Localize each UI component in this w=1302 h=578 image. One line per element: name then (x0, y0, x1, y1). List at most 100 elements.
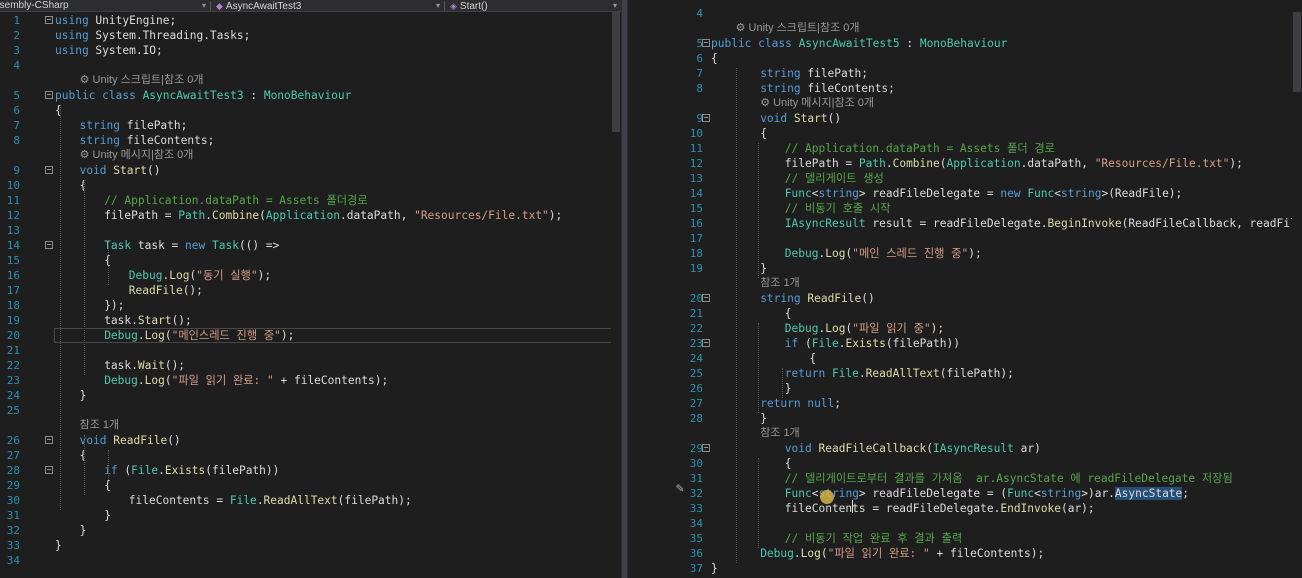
code-line[interactable]: 18}); (0, 298, 621, 313)
code-line[interactable]: 37} (628, 561, 1302, 576)
code-line[interactable]: 30 fileContents = File.ReadAllText(filePa… (0, 493, 621, 508)
collapse-toggle-icon[interactable]: − (702, 294, 710, 302)
code-line[interactable]: 15{ (0, 253, 621, 268)
code-line[interactable]: 12 filePath = Path.Combine(Application.da… (628, 156, 1302, 171)
collapse-toggle-icon[interactable]: − (702, 444, 710, 452)
code-line[interactable]: 33 fileContents = readFileDelegate.EndInv… (628, 501, 1302, 516)
code-line[interactable]: 16 Debug.Log("동기 실행"); (0, 268, 621, 283)
quick-action-icon[interactable]: ✎ (676, 481, 684, 496)
codelens-label[interactable]: Unity 스크립트|참조 0개 (93, 74, 204, 86)
codelens-row[interactable]: ⚙ Unity 메시지|참조 0개 (628, 96, 1302, 111)
collapse-toggle-icon[interactable]: − (45, 436, 53, 444)
codelens-label[interactable]: Unity 메시지|참조 0개 (93, 149, 194, 161)
code-line[interactable]: 35 // 비동기 작업 완료 후 결과 출력 (628, 531, 1302, 546)
codelens-label[interactable]: Unity 스크립트|참조 0개 (749, 22, 860, 34)
scrollbar-thumb[interactable] (1293, 12, 1301, 92)
code-line[interactable]: 17 ReadFile(); (0, 283, 621, 298)
left-class-dropdown[interactable]: ◆ AsyncAwaitTest3 ▾ (216, 0, 444, 11)
code-line[interactable]: 17 (628, 231, 1302, 246)
code-line[interactable]: 29 { (0, 478, 621, 493)
code-line[interactable]: 27 { (0, 448, 621, 463)
code-line[interactable]: 9− void Start() (0, 163, 621, 178)
code-line[interactable]: 4 (0, 58, 621, 73)
code-line[interactable]: 21 (0, 343, 621, 358)
codelens-row[interactable]: 참조 1개 (628, 426, 1302, 441)
code-line[interactable]: 16 IAsyncResult result = readFileDelegate… (628, 216, 1302, 231)
collapse-toggle-icon[interactable]: − (45, 91, 53, 99)
code-line[interactable]: 32 Func<string> readFileDelegate = (Func<… (628, 486, 1302, 501)
code-line[interactable]: 18 Debug.Log("메인 스레드 진행 중"); (628, 246, 1302, 261)
left-member-dropdown[interactable]: ◈ Start() ▾ (450, 0, 621, 11)
collapse-toggle-icon[interactable]: − (45, 166, 53, 174)
code-line[interactable]: 9− void Start() (628, 111, 1302, 126)
code-line[interactable]: 12 filePath = Path.Combine(Application.da… (0, 208, 621, 223)
collapse-toggle-icon[interactable]: − (45, 466, 53, 474)
codelens-label[interactable]: 참조 1개 (760, 427, 800, 439)
code-line[interactable]: 25 (0, 403, 621, 418)
codelens-label[interactable]: 참조 1개 (760, 277, 800, 289)
code-line[interactable]: 10 { (0, 178, 621, 193)
codelens-row[interactable]: ⚙ Unity 스크립트|참조 0개 (628, 21, 1302, 36)
code-line[interactable]: 15 // 비동기 호출 시작 (628, 201, 1302, 216)
code-line[interactable]: 5 − public class AsyncAwaitTest3 : MonoBeh… (0, 88, 621, 103)
code-line[interactable]: 26} (628, 381, 1302, 396)
code-line[interactable]: 32} (0, 523, 621, 538)
code-line[interactable]: 5− public class AsyncAwaitTest5 : MonoBeh… (628, 36, 1302, 51)
code-line[interactable]: 7 string filePath; (0, 118, 621, 133)
code-line[interactable]: 13 (0, 223, 621, 238)
code-line[interactable]: 28} (628, 411, 1302, 426)
code-line[interactable]: 34 (628, 516, 1302, 531)
right-vertical-scrollbar[interactable] (1292, 12, 1302, 578)
code-line[interactable]: 22 Debug.Log("파일 읽기 중"); (628, 321, 1302, 336)
code-line[interactable]: 22 task.Wait(); (0, 358, 621, 373)
left-project-dropdown[interactable]: Assembly-CSharp ▾ (0, 0, 210, 11)
code-line[interactable]: 8 string fileContents; (628, 81, 1302, 96)
code-line[interactable]: 23 Debug.Log("파일 읽기 완료: " + fileContents)… (0, 373, 621, 388)
code-line[interactable]: 4 (628, 6, 1302, 21)
codelens-row[interactable]: ⚙ Unity 스크립트|참조 0개 (0, 73, 621, 88)
code-line[interactable]: 28 − if (File.Exists(filePath)) (0, 463, 621, 478)
code-line[interactable]: 14 − Task task = new Task(() => (0, 238, 621, 253)
code-line[interactable]: 21 { (628, 306, 1302, 321)
code-line[interactable]: 11 // Application.dataPath = Assets 폴더경로 (0, 193, 621, 208)
codelens-row[interactable]: ⚙ Unity 메시지|참조 0개 (0, 148, 621, 163)
code-line[interactable]: 19 task.Start(); (0, 313, 621, 328)
collapse-toggle-icon[interactable]: − (702, 339, 710, 347)
code-line[interactable]: 11 // Application.dataPath = Assets 폴더 경로 (628, 141, 1302, 156)
editor-splitter[interactable] (621, 0, 628, 578)
codelens-row[interactable]: 참조 1개 (628, 276, 1302, 291)
code-line[interactable]: 10 { (628, 126, 1302, 141)
collapse-toggle-icon[interactable]: − (45, 241, 53, 249)
collapse-toggle-icon[interactable]: − (702, 114, 710, 122)
code-line[interactable]: 20− string ReadFile() (628, 291, 1302, 306)
code-line[interactable]: 1 − using UnityEngine; (0, 13, 621, 28)
code-line[interactable]: 27 return null; (628, 396, 1302, 411)
code-line[interactable]: 31 // 델리게이트로부터 결과를 가져옴 ar.AsyncState 에 re… (628, 471, 1302, 486)
code-line[interactable]: 6{ (628, 51, 1302, 66)
code-line[interactable]: 36 Debug.Log("파일 읽기 완료: " + fileContents)… (628, 546, 1302, 561)
left-vertical-scrollbar[interactable] (611, 12, 621, 578)
left-editor-pane[interactable]: Assembly-CSharp ▾ ◆AsyncAwaitTest3 ▾ ◈St… (0, 0, 621, 578)
code-line[interactable]: 19} (628, 261, 1302, 276)
code-line[interactable]: 3 using System.IO; (0, 43, 621, 58)
codelens-row[interactable]: 참조 1개 (0, 418, 621, 433)
code-line[interactable]: 2 using System.Threading.Tasks; (0, 28, 621, 43)
code-line[interactable]: 8 string fileContents; (0, 133, 621, 148)
right-editor-pane[interactable]: 4 ⚙ Unity 스크립트|참조 0개 5− public class AsyncA… (628, 0, 1302, 578)
code-line[interactable]: 24} (0, 388, 621, 403)
code-line[interactable]: 33} (0, 538, 621, 553)
code-line[interactable]: 13 // 델리게이트 생성 (628, 171, 1302, 186)
codelens-label[interactable]: Unity 메시지|참조 0개 (773, 97, 874, 109)
scrollbar-thumb[interactable] (612, 12, 620, 132)
collapse-toggle-icon[interactable]: − (45, 16, 53, 24)
code-line[interactable]: 24 { (628, 351, 1302, 366)
code-line[interactable]: 30 { (628, 456, 1302, 471)
code-line[interactable]: 29− void ReadFileCallback(IAsyncResult ar… (628, 441, 1302, 456)
code-line[interactable]: 14 Func<string> readFileDelegate = new Fu… (628, 186, 1302, 201)
code-line[interactable]: 7 string filePath; (628, 66, 1302, 81)
code-line[interactable]: 25 return File.ReadAllText(filePath); (628, 366, 1302, 381)
code-line[interactable]: 31} (0, 508, 621, 523)
code-line[interactable]: 26 − void ReadFile() (0, 433, 621, 448)
codelens-label[interactable]: 참조 1개 (80, 419, 120, 431)
code-line[interactable]: 23− if (File.Exists(filePath)) (628, 336, 1302, 351)
